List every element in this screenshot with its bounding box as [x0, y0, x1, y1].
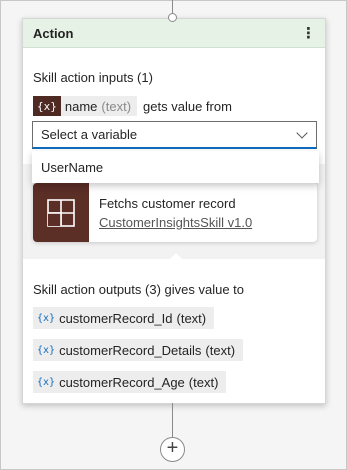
output-chip[interactable]: {x} customerRecord_Id (text) — [33, 307, 215, 329]
skill-description: Fetchs customer record — [99, 195, 236, 211]
outputs-section-label: Skill action outputs (3) gives value to — [33, 282, 244, 297]
card-header: Action ⋮ — [23, 19, 325, 48]
output-type: (text) — [205, 342, 236, 358]
variable-icon: {x} — [33, 96, 61, 116]
output-type: (text) — [188, 374, 219, 390]
variable-icon: {x} — [37, 344, 56, 356]
output-item: {x} customerRecord_Age (text) — [33, 371, 227, 393]
dropdown-option-username[interactable]: UserName — [32, 151, 319, 183]
skill-text: Fetchs customer record CustomerInsightsS… — [99, 196, 252, 230]
skill-grid-icon-svg — [47, 198, 75, 227]
variable-dropdown-list: UserName — [32, 151, 319, 183]
variable-select-value: Select a variable — [41, 127, 138, 142]
output-item: {x} customerRecord_Details (text) — [33, 339, 244, 361]
connector-line-top — [172, 0, 173, 14]
skill-panel[interactable]: Fetchs customer record CustomerInsightsS… — [33, 183, 317, 242]
output-chip[interactable]: {x} customerRecord_Age (text) — [33, 371, 227, 393]
chevron-down-icon[interactable] — [296, 126, 308, 139]
param-name: name — [64, 98, 98, 114]
output-item: {x} customerRecord_Id (text) — [33, 307, 215, 329]
input-param-row: {x} name (text) gets value from — [33, 96, 232, 116]
output-name: customerRecord_Id — [59, 310, 173, 326]
output-chip[interactable]: {x} customerRecord_Details (text) — [33, 339, 244, 361]
more-vertical-icon[interactable]: ⋮ — [301, 24, 316, 42]
section-divider-notch — [169, 253, 183, 260]
card-title: Action — [33, 25, 74, 41]
add-step-button[interactable]: + — [160, 437, 185, 462]
param-pill: name (text) — [60, 96, 138, 116]
param-type: (text) — [101, 98, 132, 114]
connector-line-bottom — [172, 403, 173, 439]
variable-select[interactable]: Select a variable — [32, 121, 317, 149]
gets-value-label: gets value from — [143, 98, 232, 114]
output-type: (text) — [176, 310, 207, 326]
variable-icon: {x} — [37, 376, 56, 388]
connector-node — [168, 13, 177, 22]
skill-link[interactable]: CustomerInsightsSkill v1.0 — [99, 215, 252, 230]
action-card[interactable]: Action ⋮ Skill action inputs (1) {x} nam… — [22, 18, 326, 404]
variable-icon: {x} — [37, 312, 56, 324]
output-name: customerRecord_Details — [59, 342, 202, 358]
inputs-section-label: Skill action inputs (1) — [33, 70, 153, 85]
skill-grid-icon — [33, 183, 89, 242]
output-name: customerRecord_Age — [59, 374, 185, 390]
